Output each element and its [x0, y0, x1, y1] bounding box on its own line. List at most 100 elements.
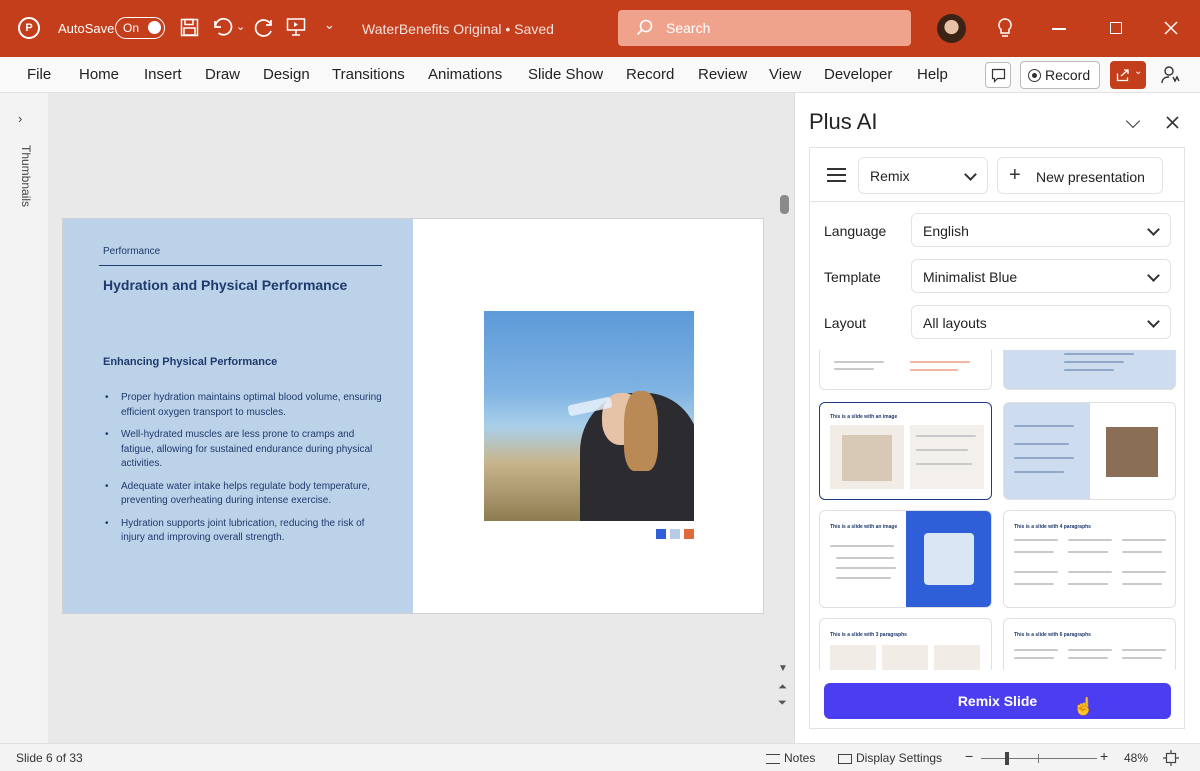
zoom-percentage[interactable]: 48% [1124, 751, 1148, 765]
new-presentation-label: New presentation [1036, 169, 1145, 185]
vertical-scroll-thumb[interactable] [780, 195, 789, 214]
card-title: This is a slide with 6 paragraphs [1014, 632, 1091, 638]
chevron-down-icon [1147, 315, 1160, 328]
zoom-slider-thumb[interactable] [1005, 752, 1009, 765]
layout-card[interactable] [1003, 350, 1176, 390]
tab-slide-show[interactable]: Slide Show [528, 66, 603, 83]
layout-card[interactable] [1003, 402, 1176, 500]
template-value: Minimalist Blue [923, 269, 1018, 285]
powerpoint-logo-icon: P [18, 17, 40, 39]
layout-card[interactable] [819, 350, 992, 390]
chevron-down-icon [1147, 223, 1160, 236]
mode-value: Remix [870, 168, 910, 184]
fit-slide-icon[interactable] [1163, 750, 1179, 766]
comments-button[interactable] [985, 62, 1011, 88]
share-button[interactable]: ⌄ [1110, 61, 1146, 89]
bullet-list: Proper hydration maintains optimal blood… [103, 391, 385, 554]
slide-counter: Slide 6 of 33 [16, 751, 83, 765]
layout-card[interactable]: This is a slide with an image [819, 510, 992, 608]
layout-dropdown[interactable]: All layouts [911, 305, 1171, 339]
card-title: This is a slide with an image [830, 414, 898, 420]
lightbulb-icon[interactable] [998, 18, 1012, 38]
notes-label: Notes [784, 751, 816, 765]
status-bar: Slide 6 of 33 Notes Display Settings − +… [0, 743, 1200, 771]
layout-card-selected[interactable]: This is a slide with an image [819, 402, 992, 500]
slide-title: Hydration and Physical Performance [103, 277, 348, 293]
tab-insert[interactable]: Insert [144, 66, 182, 83]
template-dropdown[interactable]: Minimalist Blue [911, 259, 1171, 293]
card-title: This is a slide with 4 paragraphs [1014, 524, 1091, 530]
pane-close-icon[interactable] [1166, 116, 1179, 129]
photo-hair [624, 391, 658, 471]
maximize-icon[interactable] [1110, 22, 1122, 34]
layout-card[interactable]: This is a slide with 6 paragraphs [1003, 618, 1176, 670]
mode-dropdown[interactable]: Remix [858, 157, 988, 194]
tab-draw[interactable]: Draw [205, 66, 240, 83]
tab-home[interactable]: Home [79, 66, 119, 83]
minimize-icon[interactable] [1052, 28, 1066, 30]
notes-icon [766, 753, 780, 764]
document-title: WaterBenefits Original • Saved [362, 21, 554, 37]
plus-icon: + [1009, 164, 1021, 186]
tab-view[interactable]: View [769, 66, 801, 83]
undo-icon[interactable] [211, 17, 233, 37]
language-dropdown[interactable]: English [911, 213, 1171, 247]
tab-review[interactable]: Review [698, 66, 747, 83]
expand-thumbnails-icon[interactable]: › [18, 111, 22, 126]
plus-ai-panel: Remix + New presentation Language Englis… [809, 147, 1185, 729]
zoom-slider-center-tick [1038, 754, 1039, 763]
pane-collapse-icon[interactable] [1125, 113, 1141, 129]
slide-dot-1 [656, 529, 666, 539]
new-presentation-button[interactable]: + New presentation [997, 157, 1163, 194]
zoom-in-button[interactable]: + [1100, 748, 1108, 764]
menu-icon[interactable] [827, 168, 846, 182]
plus-ai-pane: Plus AI Remix + New presentation Languag… [794, 93, 1200, 743]
slide-photo[interactable] [484, 311, 694, 521]
layout-label: Layout [824, 315, 867, 331]
tab-transitions[interactable]: Transitions [332, 66, 405, 83]
language-label: Language [824, 223, 887, 239]
bullet-item: Proper hydration maintains optimal blood… [103, 391, 385, 420]
search-box[interactable]: Search [618, 10, 911, 46]
zoom-out-button[interactable]: − [965, 748, 973, 764]
redo-icon[interactable] [254, 17, 276, 37]
scroll-down-icon[interactable]: ▼ [778, 663, 788, 674]
slide[interactable]: Performance Hydration and Physical Perfo… [62, 218, 764, 614]
display-settings-label: Display Settings [856, 751, 943, 765]
previous-slide-icon[interactable]: ⏶ [778, 681, 787, 694]
next-slide-icon[interactable]: ⏷ [778, 697, 787, 710]
slide-text-panel: Performance Hydration and Physical Perfo… [63, 219, 413, 613]
avatar[interactable] [937, 14, 966, 43]
autosave-state: On [123, 21, 140, 35]
slide-dot-3 [684, 529, 694, 539]
tab-record[interactable]: Record [626, 66, 674, 83]
close-window-icon[interactable] [1164, 21, 1178, 35]
customize-qat-icon[interactable]: ⌄ [324, 17, 335, 33]
undo-dropdown-icon[interactable]: ⌄ [236, 20, 245, 33]
share-dropdown-icon: ⌄ [1134, 66, 1143, 77]
layout-gallery[interactable]: This is a slide with an image This is a … [810, 350, 1184, 670]
tab-developer[interactable]: Developer [824, 66, 892, 83]
save-icon[interactable] [180, 18, 199, 37]
hand-cursor-icon: ☝ [1073, 697, 1095, 716]
remix-slide-label: Remix Slide [957, 693, 1038, 709]
tab-file[interactable]: File [27, 66, 51, 83]
zoom-slider[interactable] [981, 752, 1097, 765]
autosave-toggle[interactable]: On [115, 17, 165, 39]
remix-slide-button[interactable]: Remix Slide ☝ [824, 683, 1171, 719]
layout-card[interactable]: This is a slide with 4 paragraphs [1003, 510, 1176, 608]
chevron-down-icon [1147, 269, 1160, 282]
tab-animations[interactable]: Animations [428, 66, 502, 83]
notes-button[interactable]: Notes [766, 751, 815, 765]
title-bar: P AutoSave On ⌄ ⌄ WaterBenefits Original… [0, 0, 1200, 57]
tab-design[interactable]: Design [263, 66, 310, 83]
record-icon [1028, 69, 1041, 82]
display-settings-button[interactable]: Display Settings [838, 751, 942, 765]
present-icon[interactable] [286, 17, 306, 37]
tab-help[interactable]: Help [917, 66, 948, 83]
record-button[interactable]: Record [1020, 61, 1100, 89]
slide-canvas[interactable]: ▼ ⏶ ⏷ Performance Hydration and Physical… [48, 93, 794, 743]
copilot-person-icon[interactable] [1160, 64, 1182, 86]
thumbnails-pane[interactable]: › Thumbnails [0, 93, 48, 743]
layout-card[interactable]: This is a slide with 3 paragraphs [819, 618, 992, 670]
